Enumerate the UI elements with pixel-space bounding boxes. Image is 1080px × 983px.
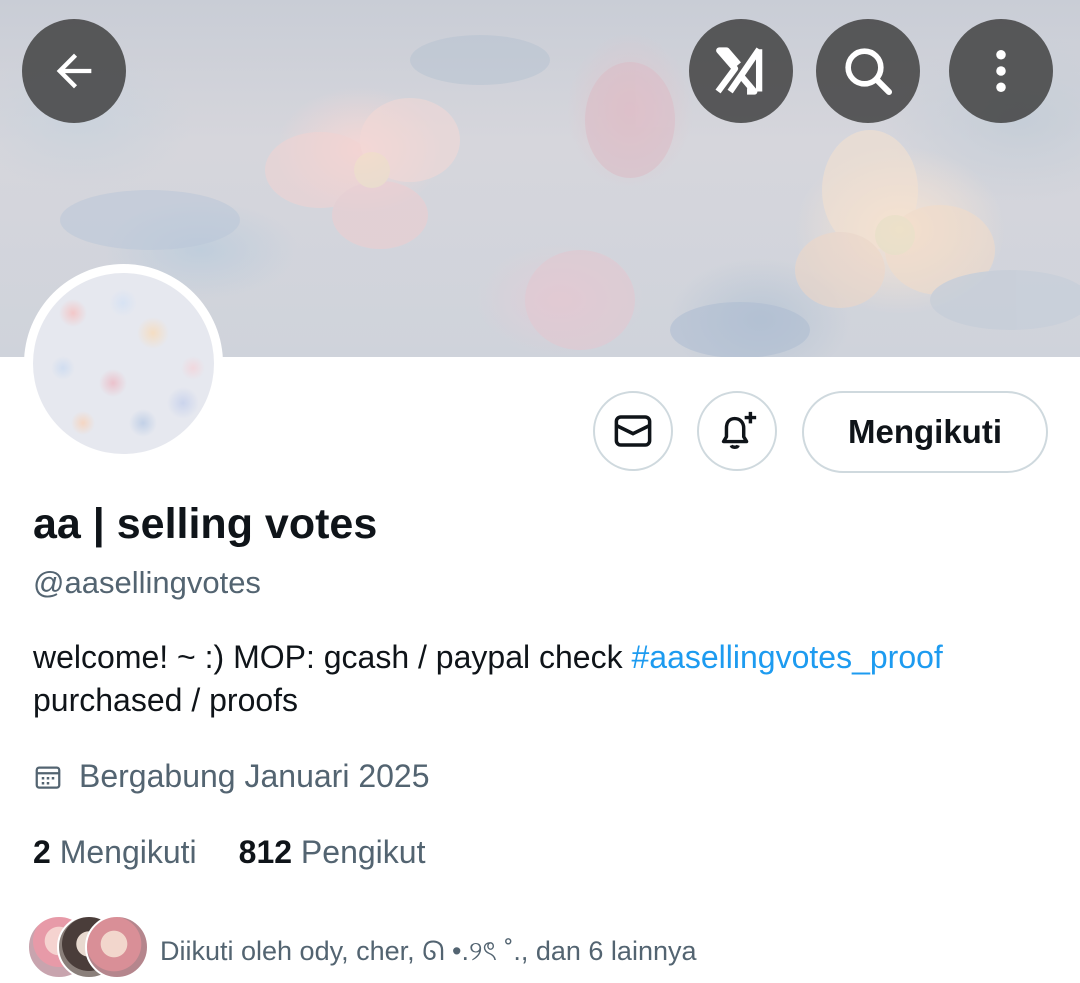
bio-hashtag-link[interactable]: #aasellingvotes_proof <box>631 639 942 675</box>
followed-by-text[interactable]: Diikuti oleh ody, cher, ᘏ •.୨ৎ ˚., dan 6… <box>160 931 697 976</box>
following-button[interactable]: Mengikuti <box>802 391 1048 473</box>
profile-bio: welcome! ~ :) MOP: gcash / paypal check … <box>33 636 1053 722</box>
grok-button[interactable] <box>689 19 793 123</box>
display-name: aa | selling votes <box>33 500 378 548</box>
profile-handle: @aasellingvotes <box>33 565 261 600</box>
envelope-icon <box>614 415 652 447</box>
search-icon <box>845 48 893 96</box>
back-button[interactable] <box>22 19 126 123</box>
follow-stats: 2 Mengikuti 812 Pengikut <box>33 834 425 871</box>
followers-count: 812 <box>238 834 293 870</box>
grok-icon <box>715 47 763 95</box>
join-date: Bergabung Januari 2025 <box>33 758 430 795</box>
arrow-left-icon <box>56 53 92 89</box>
message-button[interactable] <box>593 391 673 471</box>
followed-by-avatars[interactable] <box>27 915 149 979</box>
calendar-icon <box>35 766 61 789</box>
join-date-text: Bergabung Januari 2025 <box>79 758 430 794</box>
bio-text-2: purchased / proofs <box>33 682 299 718</box>
following-label: Mengikuti <box>59 834 197 870</box>
profile-page: Mengikuti aa | selling votes @aasellingv… <box>0 0 1080 983</box>
avatar-image <box>33 273 214 454</box>
more-options-button[interactable] <box>949 19 1053 123</box>
following-link[interactable]: 2 Mengikuti <box>33 834 197 870</box>
bio-text: welcome! ~ :) MOP: gcash / paypal check <box>33 639 632 675</box>
search-button[interactable] <box>816 19 920 123</box>
notifications-button[interactable] <box>697 391 777 471</box>
following-count: 2 <box>33 834 51 870</box>
follower-avatar <box>85 915 149 979</box>
bell-plus-icon <box>721 411 757 449</box>
profile-avatar[interactable] <box>24 264 223 463</box>
followers-label: Pengikut <box>300 834 426 870</box>
more-vertical-icon <box>996 49 1006 93</box>
followers-link[interactable]: 812 Pengikut <box>239 834 426 870</box>
